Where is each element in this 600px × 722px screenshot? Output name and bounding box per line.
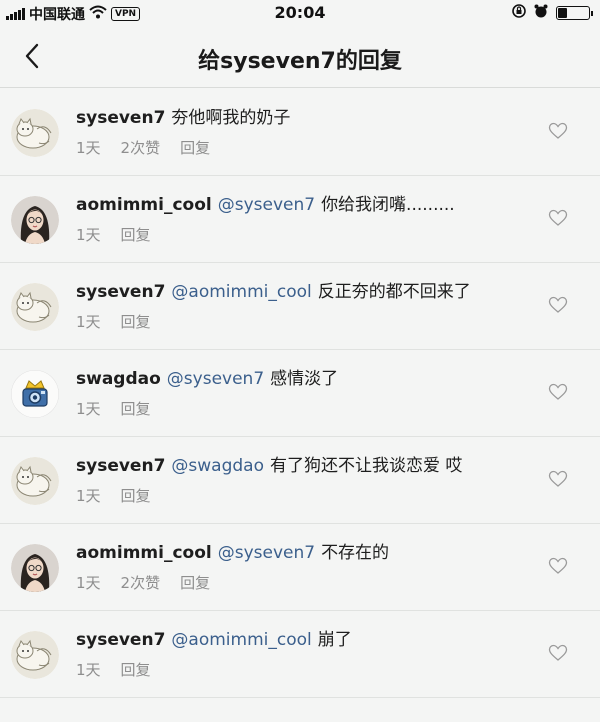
- comment-body: aomimmi_cool @syseven7 你给我闭嘴......... 1天 回复: [76, 193, 540, 245]
- comment-text: 感情淡了: [270, 369, 339, 389]
- comment-meta: 1天 回复: [76, 659, 540, 680]
- comment-line: swagdao @syseven7 感情淡了: [76, 367, 540, 391]
- comment-like-count[interactable]: 2次赞: [121, 137, 161, 158]
- comment-text: 夯他啊我的奶子: [171, 108, 291, 128]
- avatar[interactable]: [11, 283, 59, 331]
- comment-mention[interactable]: @swagdao: [171, 456, 264, 476]
- heart-icon[interactable]: [548, 208, 570, 230]
- comment-time: 1天: [76, 313, 101, 331]
- comment-meta: 1天 回复: [76, 398, 540, 419]
- comment-username[interactable]: syseven7: [76, 108, 165, 128]
- comment-text: 崩了: [317, 630, 352, 650]
- comment-time: 1天: [76, 661, 101, 679]
- comment-row[interactable]: syseven7 夯他啊我的奶子 1天 2次赞 回复: [0, 89, 600, 176]
- comment-text: 不存在的: [321, 543, 390, 563]
- comment-row[interactable]: syseven7 @aomimmi_cool 崩了 1天 回复: [0, 611, 600, 698]
- comment-row[interactable]: syseven7 @swagdao 有了狗还不让我谈恋爱 哎 1天 回复: [0, 437, 600, 524]
- avatar[interactable]: [11, 109, 59, 157]
- status-right: [512, 4, 593, 22]
- comment-username[interactable]: syseven7: [76, 282, 165, 302]
- comment-row[interactable]: syseven7 @aomimmi_cool 反正夯的都不回来了 1天 回复: [0, 263, 600, 350]
- comment-meta: 1天 2次赞 回复: [76, 572, 540, 593]
- avatar[interactable]: [11, 370, 59, 418]
- reply-button[interactable]: 回复: [121, 398, 151, 419]
- comment-username[interactable]: aomimmi_cool: [76, 195, 212, 215]
- comment-body: syseven7 @aomimmi_cool 崩了 1天 回复: [76, 628, 540, 680]
- comment-username[interactable]: aomimmi_cool: [76, 543, 212, 563]
- comment-body: swagdao @syseven7 感情淡了 1天 回复: [76, 367, 540, 419]
- comment-time: 1天: [76, 226, 101, 244]
- reply-button[interactable]: 回复: [121, 311, 151, 332]
- comment-mention[interactable]: @syseven7: [218, 195, 315, 215]
- heart-icon[interactable]: [548, 295, 570, 317]
- comment-body: syseven7 @aomimmi_cool 反正夯的都不回来了 1天 回复: [76, 280, 540, 332]
- heart-icon[interactable]: [548, 469, 570, 491]
- comment-meta: 1天 2次赞 回复: [76, 137, 540, 158]
- comment-mention[interactable]: @aomimmi_cool: [171, 630, 311, 650]
- battery-level: [558, 8, 567, 18]
- comment-time: 1天: [76, 139, 101, 157]
- comment-text: 有了狗还不让我谈恋爱 哎: [270, 456, 463, 476]
- status-bar: 中国联通 VPN 20:04: [0, 0, 600, 26]
- reply-button[interactable]: 回复: [121, 659, 151, 680]
- comment-line: syseven7 夯他啊我的奶子: [76, 106, 540, 130]
- reply-button[interactable]: 回复: [121, 485, 151, 506]
- reply-button[interactable]: 回复: [180, 137, 210, 158]
- comment-body: aomimmi_cool @syseven7 不存在的 1天 2次赞 回复: [76, 541, 540, 593]
- comment-line: aomimmi_cool @syseven7 你给我闭嘴.........: [76, 193, 540, 217]
- page-title: 给syseven7的回复: [198, 49, 402, 74]
- comment-time: 1天: [76, 487, 101, 505]
- comment-line: syseven7 @aomimmi_cool 崩了: [76, 628, 540, 652]
- avatar[interactable]: [11, 544, 59, 592]
- comment-meta: 1天 回复: [76, 311, 540, 332]
- comment-list: syseven7 夯他啊我的奶子 1天 2次赞 回复 aomimmi_cool @sysev…: [0, 89, 600, 698]
- comment-username[interactable]: swagdao: [76, 369, 161, 389]
- avatar[interactable]: [11, 196, 59, 244]
- reply-button[interactable]: 回复: [121, 224, 151, 245]
- heart-icon[interactable]: [548, 382, 570, 404]
- comment-username[interactable]: syseven7: [76, 456, 165, 476]
- comment-line: aomimmi_cool @syseven7 不存在的: [76, 541, 540, 565]
- comment-mention[interactable]: @aomimmi_cool: [171, 282, 311, 302]
- comment-line: syseven7 @aomimmi_cool 反正夯的都不回来了: [76, 280, 540, 304]
- comment-body: syseven7 夯他啊我的奶子 1天 2次赞 回复: [76, 106, 540, 158]
- reply-button[interactable]: 回复: [180, 572, 210, 593]
- heart-icon[interactable]: [548, 643, 570, 665]
- avatar[interactable]: [11, 457, 59, 505]
- alarm-icon: [534, 4, 548, 22]
- heart-icon[interactable]: [548, 556, 570, 578]
- comment-row[interactable]: swagdao @syseven7 感情淡了 1天 回复: [0, 350, 600, 437]
- status-time: 20:04: [274, 3, 326, 22]
- orientation-lock-icon: [512, 4, 526, 22]
- comment-time: 1天: [76, 400, 101, 418]
- nav-bar: 给syseven7的回复: [0, 26, 600, 88]
- comment-mention[interactable]: @syseven7: [218, 543, 315, 563]
- comment-body: syseven7 @swagdao 有了狗还不让我谈恋爱 哎 1天 回复: [76, 454, 540, 506]
- comment-time: 1天: [76, 574, 101, 592]
- comment-row[interactable]: aomimmi_cool @syseven7 你给我闭嘴......... 1天 回复: [0, 176, 600, 263]
- comment-line: syseven7 @swagdao 有了狗还不让我谈恋爱 哎: [76, 454, 540, 478]
- comment-meta: 1天 回复: [76, 224, 540, 245]
- comment-username[interactable]: syseven7: [76, 630, 165, 650]
- comment-row[interactable]: aomimmi_cool @syseven7 不存在的 1天 2次赞 回复: [0, 524, 600, 611]
- comment-mention[interactable]: @syseven7: [167, 369, 264, 389]
- comment-meta: 1天 回复: [76, 485, 540, 506]
- comment-like-count[interactable]: 2次赞: [121, 572, 161, 593]
- heart-icon[interactable]: [548, 121, 570, 143]
- comment-text: 你给我闭嘴.........: [321, 195, 455, 215]
- battery-icon: [556, 6, 593, 20]
- comment-text: 反正夯的都不回来了: [317, 282, 471, 302]
- avatar[interactable]: [11, 631, 59, 679]
